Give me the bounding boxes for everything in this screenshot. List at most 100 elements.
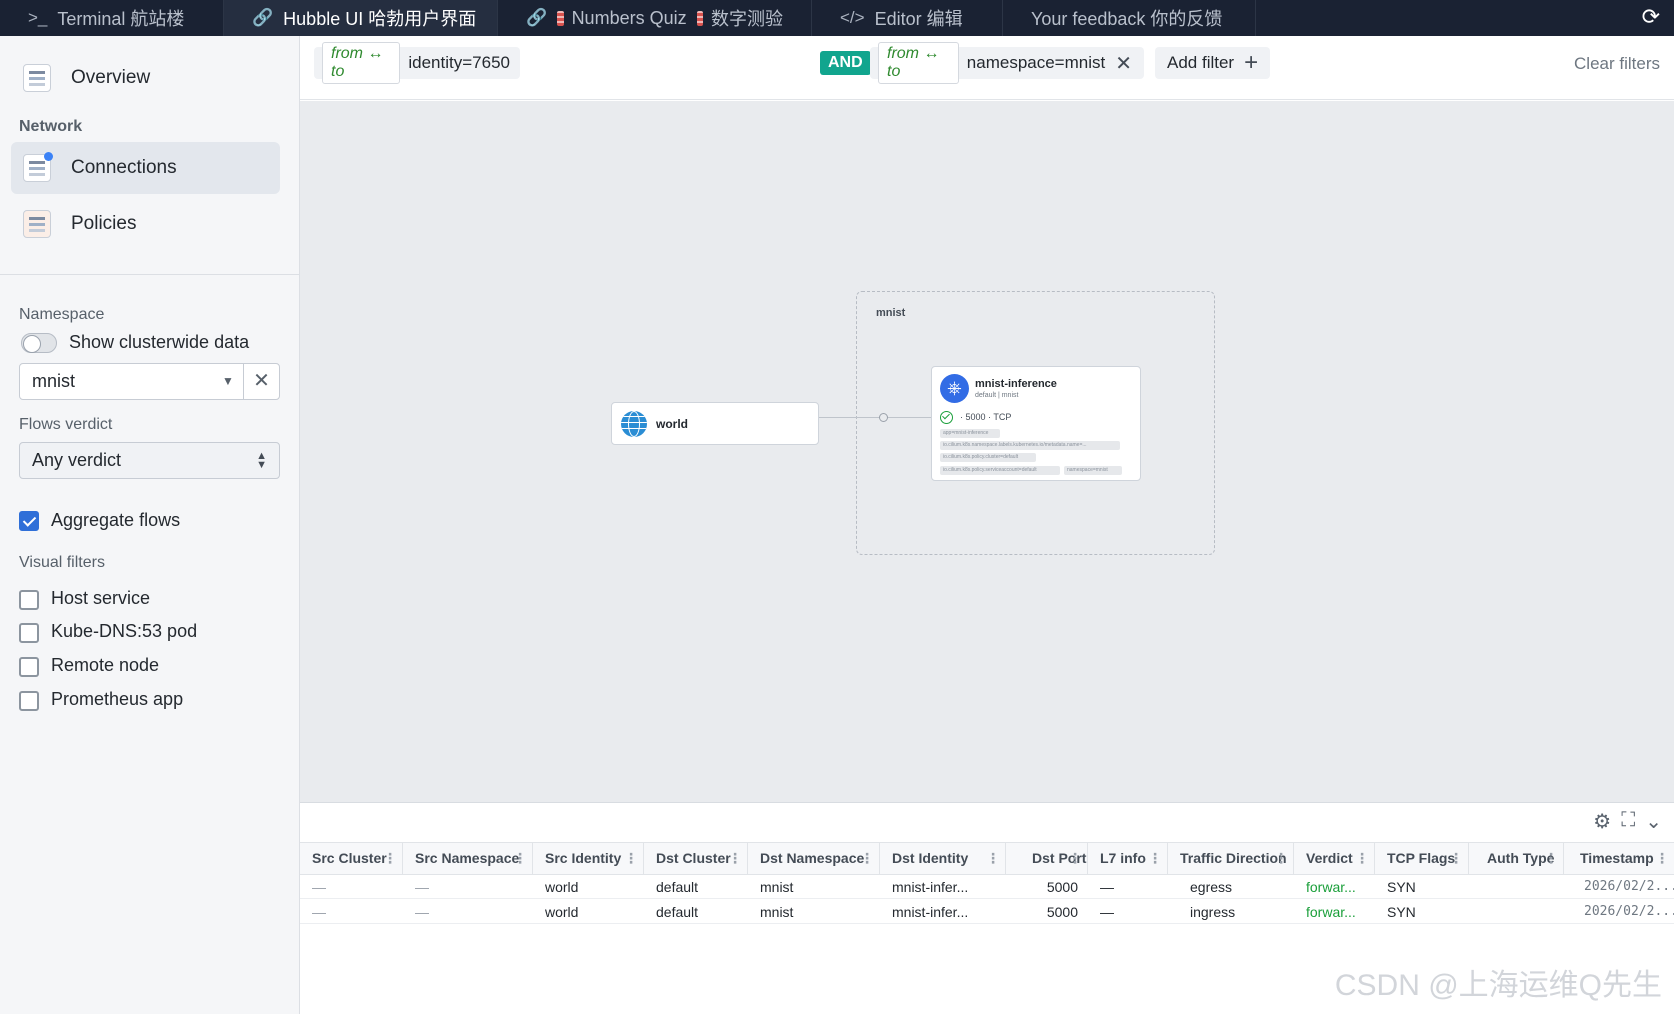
remote-node-checkbox[interactable] (19, 657, 39, 677)
column-header[interactable]: Dst Port ⋮ (1006, 843, 1088, 874)
policies-icon (23, 210, 51, 238)
filter-value: identity=7650 (408, 53, 510, 72)
table-cell: world (545, 879, 579, 895)
table-cell: — (312, 904, 326, 920)
sidebar-item-label: Connections (71, 157, 177, 178)
table-cell: mnist (760, 879, 794, 895)
tab-label: Numbers Quiz (571, 7, 687, 28)
table-cell: SYN (1387, 879, 1416, 895)
flows-toolbar: ⚙ ⛶ ⌄ (1593, 809, 1662, 834)
chevron-down-icon[interactable]: ▼ (213, 364, 243, 399)
close-icon[interactable]: ✕ (1115, 51, 1144, 76)
table-cell: — (1100, 904, 1114, 920)
sidebar: Overview Network Connections Policies Na… (0, 36, 300, 1014)
clear-namespace-icon[interactable]: ✕ (243, 364, 279, 399)
column-header[interactable]: Traffic Direction ⋮ (1168, 843, 1294, 874)
service-label-chip: namespace=mnist (1064, 466, 1122, 475)
table-cell: — (415, 879, 429, 895)
service-map-canvas[interactable]: mnist world ⎈ mnist-inference default | … (300, 101, 1674, 802)
clear-filters-button[interactable]: Clear filters (1574, 54, 1660, 74)
tab-editor[interactable]: </> Editor 编辑 (812, 0, 1003, 36)
column-header[interactable]: Src Namespace ⋮ (403, 843, 533, 874)
column-header[interactable]: Dst Identity ⋮ (880, 843, 1006, 874)
clusterwide-toggle[interactable] (21, 333, 57, 353)
filter-value: namespace=mnist (966, 53, 1106, 72)
service-subtitle: default | mnist (975, 392, 1019, 399)
service-label-chip: io.cilium.k8s.namespace.labels.kubernete… (940, 441, 1120, 450)
tab-feedback[interactable]: Your feedback 你的反馈 (1003, 0, 1256, 36)
table-cell: 2026/02/2... (1584, 879, 1674, 894)
visual-filters-title: Visual filters (19, 554, 105, 571)
flows-panel: ⚙ ⛶ ⌄ Src Cluster ⋮ Src Namespace ⋮ Src Id… (300, 802, 1674, 1014)
refresh-icon[interactable]: ⟳ (1642, 4, 1660, 30)
connections-icon (23, 152, 53, 182)
service-name: mnist-inference (975, 378, 1057, 390)
service-node-card[interactable]: ⎈ mnist-inference default | mnist · 5000… (931, 366, 1141, 481)
kube-dns-checkbox[interactable] (19, 623, 39, 643)
filter-chip-identity[interactable]: from ↔ to identity=7650 (314, 42, 520, 84)
expand-icon[interactable]: ⛶ (1621, 809, 1635, 834)
select-arrows-icon: ▲ ▼ (256, 449, 267, 471)
plus-icon: + (1244, 49, 1259, 76)
tab-hubble-ui[interactable]: 🔗 Hubble UI 哈勃用户界面 (224, 0, 498, 36)
table-cell: 5000 (1046, 879, 1078, 895)
table-cell: default (656, 879, 699, 895)
sidebar-item-connections[interactable]: Connections (11, 142, 280, 194)
column-header[interactable]: Auth Type ⋮ (1469, 843, 1564, 874)
link-icon: 🔗 (252, 8, 274, 27)
column-header[interactable]: Dst Namespace ⋮ (748, 843, 880, 874)
column-header[interactable]: Dst Cluster ⋮ (644, 843, 748, 874)
sidebar-item-policies[interactable]: Policies (11, 198, 280, 250)
globe-icon (621, 410, 647, 437)
overview-icon (23, 64, 51, 92)
table-cell (1469, 875, 1564, 899)
code-icon: </> (840, 8, 865, 27)
verdict-value: Any verdict (32, 450, 122, 470)
table-cell: forwar... (1306, 904, 1356, 920)
table-cell (1469, 900, 1564, 924)
column-header[interactable]: Src Identity ⋮ (533, 843, 644, 874)
tab-label: Hubble UI 哈勃用户界面 (283, 9, 477, 29)
tab-label: Your feedback 你的反馈 (1031, 9, 1223, 29)
sidebar-item-label: Policies (71, 213, 137, 234)
terminal-icon: >_ (28, 8, 48, 27)
world-node-label: world (656, 416, 688, 431)
tab-label: Editor 编辑 (874, 9, 963, 29)
tab-numbers-quiz[interactable]: 🔗 Numbers Quiz 数字测验 (498, 0, 812, 36)
sidebar-item-overview[interactable]: Overview (11, 52, 280, 104)
namespace-select[interactable]: mnist ▼ ✕ (19, 363, 280, 400)
world-node-card[interactable]: world (611, 402, 819, 445)
tab-bar: >_ Terminal 航站楼 🔗 Hubble UI 哈勃用户界面 🔗 Num… (0, 0, 1674, 36)
column-header[interactable]: TCP Flags ⋮ (1375, 843, 1469, 874)
tab-label: 数字测验 (710, 9, 783, 29)
tab-terminal[interactable]: >_ Terminal 航站楼 (0, 0, 224, 36)
table-cell: SYN (1387, 904, 1416, 920)
filter-direction[interactable]: from ↔ to (878, 42, 959, 84)
table-cell: mnist-infer... (892, 904, 969, 920)
check-circle-icon (940, 411, 953, 424)
sidebar-divider (0, 274, 300, 275)
add-filter-button[interactable]: Add filter + (1155, 47, 1271, 79)
table-row[interactable]: — — world default mnist mnist-infer... 5… (300, 875, 1674, 899)
column-header[interactable]: L7 info ⋮ (1088, 843, 1168, 874)
network-section-title: Network (19, 118, 83, 135)
filter-bar: from ↔ to identity=7650 AND from ↔ to na… (300, 36, 1674, 100)
filter-chip-namespace[interactable]: from ↔ to namespace=mnist ✕ (870, 42, 1144, 84)
gear-icon[interactable]: ⚙ (1593, 809, 1611, 834)
host-service-checkbox[interactable] (19, 590, 39, 610)
table-row[interactable]: — — world default mnist mnist-infer... 5… (300, 900, 1674, 924)
column-header[interactable]: Timestamp ⋮ (1564, 843, 1674, 874)
table-cell: 5000 (1046, 904, 1078, 920)
verdict-select[interactable]: Any verdict ▲ ▼ (19, 442, 280, 479)
prometheus-app-checkbox[interactable] (19, 691, 39, 711)
chevron-down-icon[interactable]: ⌄ (1645, 809, 1662, 834)
filter-direction[interactable]: from ↔ to (322, 42, 401, 84)
aggregate-flows-checkbox[interactable] (19, 511, 39, 531)
column-header[interactable]: Verdict ⋮ (1294, 843, 1375, 874)
column-header[interactable]: Src Cluster ⋮ (300, 843, 403, 874)
watermark: CSDN @上海运维Q先生 (1334, 969, 1662, 1002)
table-cell: egress (1190, 879, 1233, 895)
table-cell: 2026/02/2... (1584, 904, 1674, 919)
table-cell: forwar... (1306, 879, 1356, 895)
aggregate-flows-label: Aggregate flows (51, 510, 181, 530)
